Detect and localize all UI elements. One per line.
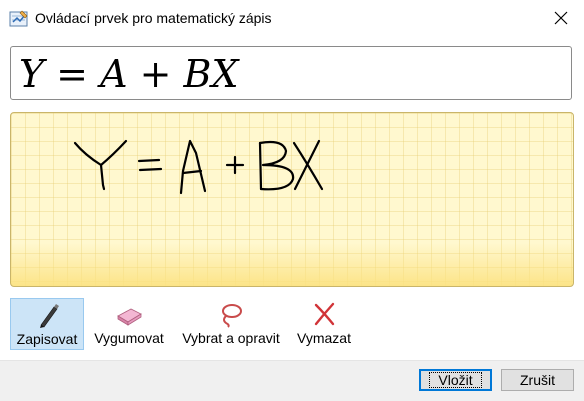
tool-label: Vygumovat — [94, 330, 164, 346]
eraser-icon — [117, 308, 142, 326]
insert-button[interactable]: Vložit — [419, 369, 492, 391]
pen-icon — [40, 304, 59, 328]
title-bar: Ovládací prvek pro matematický zápis — [0, 0, 584, 38]
preview-token: Y — [19, 52, 45, 96]
tool-bar: Zapisovat Vygumovat Vybrat a opravit Vym… — [10, 298, 358, 350]
preview-token: = — [44, 52, 101, 96]
cancel-button-label: Zrušit — [520, 372, 555, 388]
dialog-footer: Vložit Zrušit — [0, 361, 584, 401]
lasso-icon — [222, 304, 242, 328]
tool-clear[interactable]: Vymazat — [290, 298, 358, 350]
preview-token: A — [100, 52, 128, 96]
cancel-button[interactable]: Zrušit — [501, 369, 574, 391]
tool-erase[interactable]: Vygumovat — [86, 298, 172, 350]
preview-token: X — [211, 52, 239, 96]
math-preview-expression: Y = A + BX — [19, 51, 239, 97]
tool-label: Zapisovat — [16, 331, 78, 347]
tool-label: Vybrat a opravit — [182, 330, 280, 346]
preview-token: + — [127, 52, 184, 96]
math-preview-box: Y = A + BX — [10, 46, 572, 100]
close-icon — [554, 11, 568, 25]
tool-write[interactable]: Zapisovat — [10, 298, 84, 350]
handwriting-canvas[interactable] — [10, 112, 574, 287]
close-button[interactable] — [546, 4, 576, 32]
tool-select-correct[interactable]: Vybrat a opravit — [174, 298, 288, 350]
handwritten-ink — [73, 139, 324, 195]
tool-label: Vymazat — [297, 330, 351, 346]
clear-icon — [314, 302, 335, 326]
window-title: Ovládací prvek pro matematický zápis — [35, 10, 272, 26]
preview-token: B — [183, 52, 212, 96]
math-input-icon — [9, 10, 28, 27]
insert-button-label: Vložit — [429, 372, 482, 388]
